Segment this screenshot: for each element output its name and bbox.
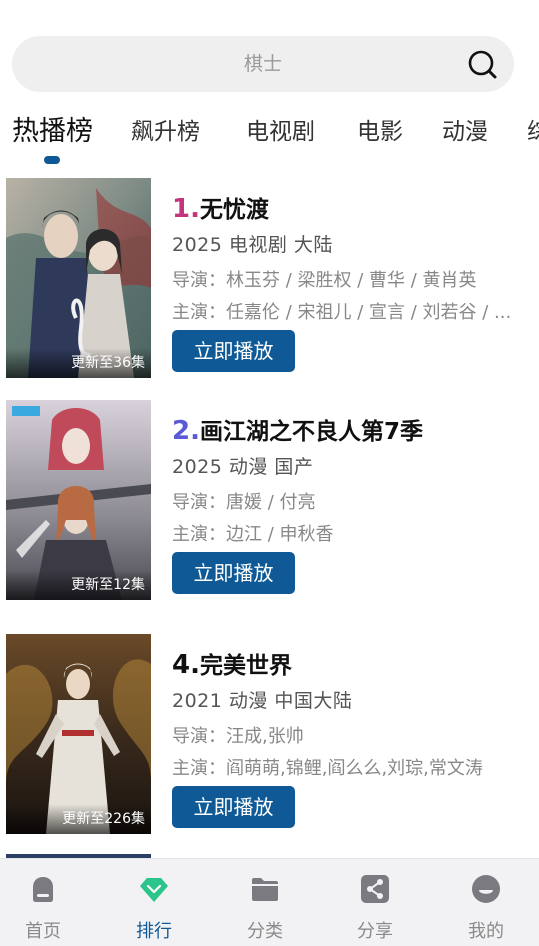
item-title[interactable]: 2.画江湖之不良人第7季 <box>172 412 423 446</box>
poster-image[interactable]: 更新至36集 <box>6 178 151 378</box>
title-text: 完美世界 <box>199 653 292 679</box>
tab-indicator <box>44 156 60 164</box>
rank-number: 1. <box>172 194 200 224</box>
share-icon <box>361 875 389 903</box>
nav-label: 首页 <box>25 921 61 942</box>
item-title[interactable]: 4.完美世界 <box>172 646 292 680</box>
folder-icon <box>252 878 278 901</box>
search-icon[interactable] <box>466 48 498 80</box>
search-placeholder[interactable]: 棋士 <box>12 36 514 92</box>
item-cast: 主演：阎萌萌,锦鲤,阎么么,刘琮,常文涛 <box>172 758 483 779</box>
poster-image[interactable]: 更新至226集 <box>6 634 151 834</box>
home-icon <box>33 877 53 902</box>
item-meta: 2025 电视剧 大陆 <box>172 234 333 256</box>
nav-label: 分类 <box>247 921 283 942</box>
bottom-nav: 首页 排行 分类 分享 我的 <box>0 858 539 946</box>
category-tabs: 热播榜 飙升榜 电视剧 电影 动漫 综 <box>0 104 539 168</box>
list-item[interactable]: 更新至12集 2.画江湖之不良人第7季 2025 动漫 国产 导演：唐媛 / 付… <box>0 400 539 602</box>
poster-image[interactable]: 更新至12集 <box>6 400 151 600</box>
update-badge: 更新至36集 <box>71 355 145 371</box>
nav-profile[interactable]: 我的 <box>446 859 526 946</box>
item-title[interactable]: 1.无忧渡 <box>172 190 269 224</box>
play-button[interactable]: 立即播放 <box>172 786 295 828</box>
nav-label: 我的 <box>468 921 504 942</box>
profile-icon <box>472 875 500 903</box>
play-button[interactable]: 立即播放 <box>172 552 295 594</box>
list-item[interactable]: 更新至36集 1.无忧渡 2025 电视剧 大陆 导演：林玉芬 / 梁胜权 / … <box>0 178 539 380</box>
update-badge: 更新至226集 <box>62 811 145 827</box>
search-bar[interactable]: 棋士 <box>12 36 514 92</box>
tab-tv[interactable]: 电视剧 <box>246 112 315 146</box>
item-director: 导演：林玉芬 / 梁胜权 / 曹华 / 黄肖英 <box>172 270 477 291</box>
update-badge: 更新至12集 <box>71 577 145 593</box>
nav-label: 排行 <box>136 921 172 942</box>
item-director: 导演：汪成,张帅 <box>172 726 304 747</box>
item-meta: 2021 动漫 中国大陆 <box>172 690 353 712</box>
item-director: 导演：唐媛 / 付亮 <box>172 492 316 513</box>
tab-hot[interactable]: 热播榜 <box>12 109 93 148</box>
item-cast: 主演：边江 / 申秋香 <box>172 524 334 545</box>
rank-number: 2. <box>172 416 200 446</box>
rank-number: 4. <box>172 650 200 680</box>
tab-rising[interactable]: 飙升榜 <box>131 112 200 146</box>
item-meta: 2025 动漫 国产 <box>172 456 314 478</box>
nav-ranking[interactable]: 排行 <box>114 859 194 946</box>
nav-category[interactable]: 分类 <box>225 859 305 946</box>
title-text: 无忧渡 <box>199 197 269 223</box>
nav-home[interactable]: 首页 <box>3 859 83 946</box>
nav-share[interactable]: 分享 <box>335 859 415 946</box>
play-button[interactable]: 立即播放 <box>172 330 295 372</box>
title-text: 画江湖之不良人第7季 <box>199 419 423 445</box>
list-item[interactable]: 更新至226集 4.完美世界 2021 动漫 中国大陆 导演：汪成,张帅 主演：… <box>0 634 539 836</box>
tab-anime[interactable]: 动漫 <box>442 112 488 146</box>
tab-movie[interactable]: 电影 <box>357 112 403 146</box>
nav-label: 分享 <box>357 921 393 942</box>
diamond-icon <box>140 878 168 902</box>
item-cast: 主演：任嘉伦 / 宋祖儿 / 宣言 / 刘若谷 / ... <box>172 302 512 323</box>
tab-variety[interactable]: 综 <box>527 112 539 146</box>
